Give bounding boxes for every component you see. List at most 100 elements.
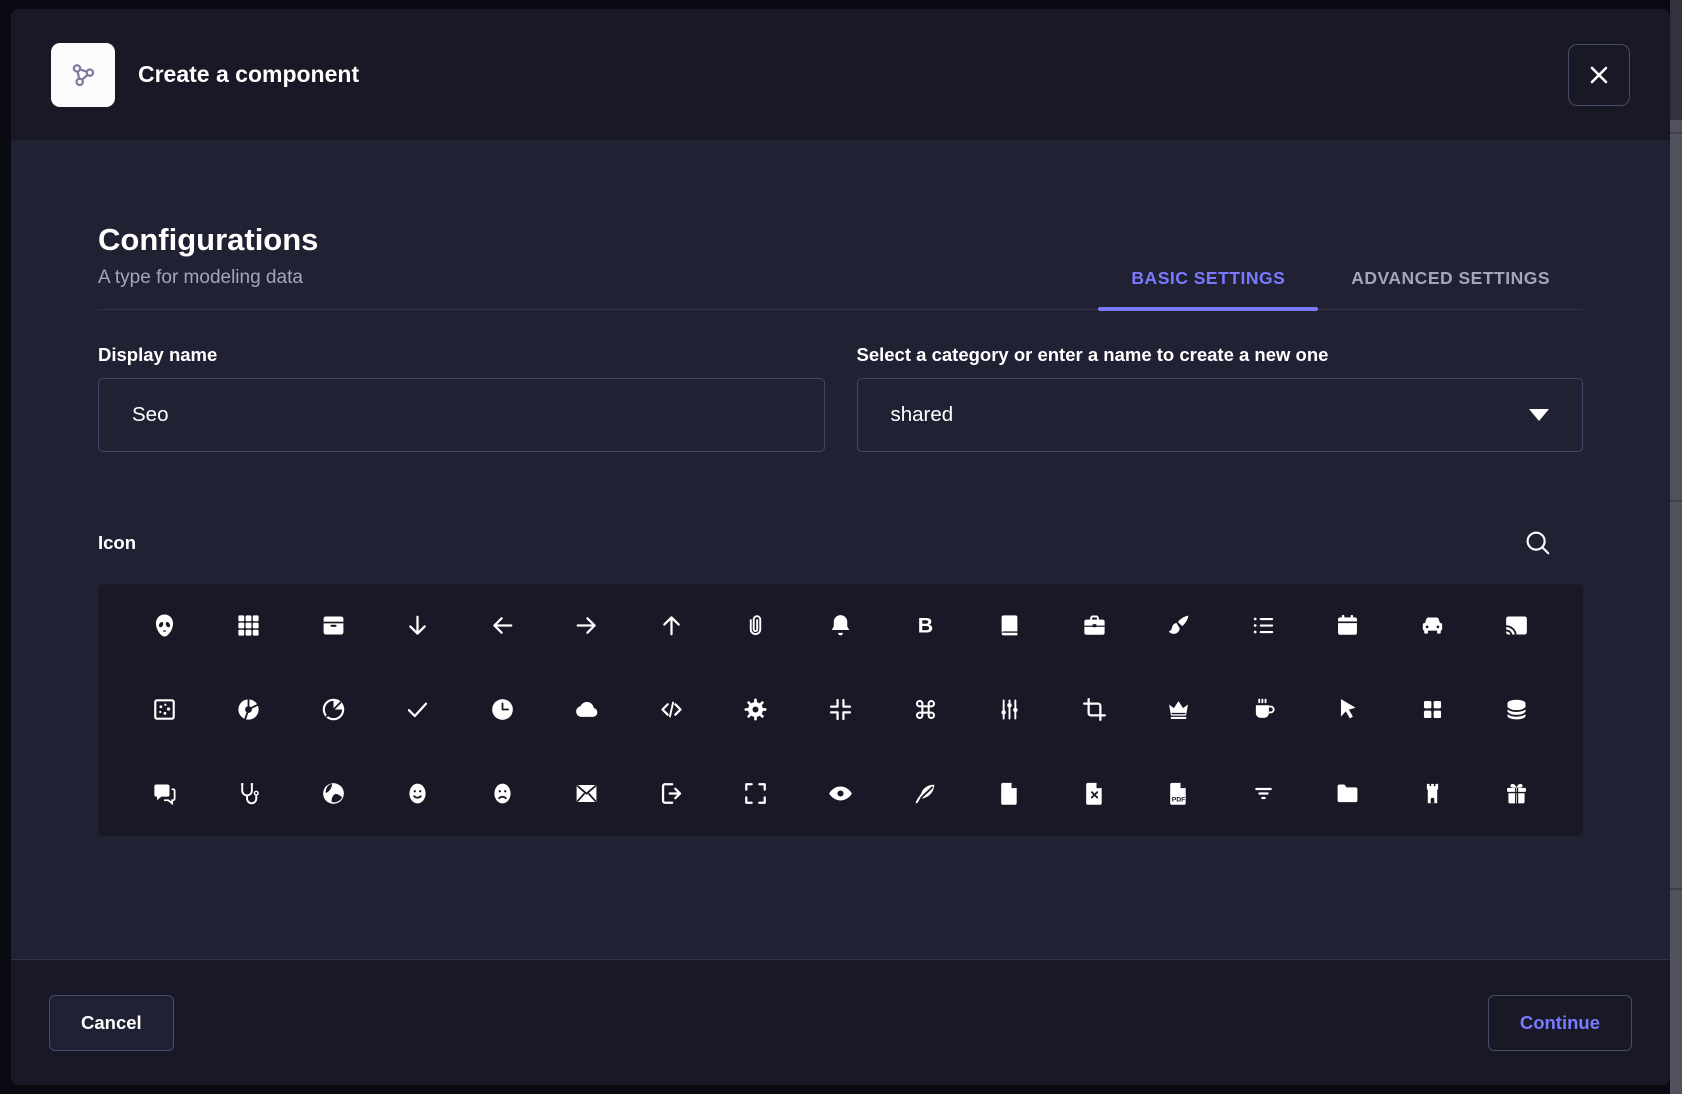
icon-option-file[interactable] [967,752,1052,836]
continue-button[interactable]: Continue [1488,995,1632,1051]
icon-option-gate[interactable] [1390,752,1475,836]
envelop-icon [573,780,600,807]
page-scrollbar-thumb[interactable] [1670,0,1682,120]
icon-option-cast[interactable] [1474,584,1559,668]
icon-option-folder[interactable] [1305,752,1390,836]
icon-option-arrow-left[interactable] [460,584,545,668]
icon-option-emotion-unhappy[interactable] [460,752,545,836]
icon-option-gift[interactable] [1474,752,1559,836]
icon-option-bell[interactable] [798,584,883,668]
modal-footer: Cancel Continue [11,959,1670,1085]
icon-option-cursor[interactable] [1305,668,1390,752]
icon-option-code[interactable] [629,668,714,752]
display-name-label: Display name [98,344,825,366]
icon-option-database[interactable] [1474,668,1559,752]
icon-option-brush[interactable] [1136,584,1221,668]
icon-option-check[interactable] [376,668,461,752]
arrow-right-icon [573,612,600,639]
section-head: Configurations A type for modeling data … [98,222,1583,310]
icon-option-bold[interactable]: B [883,584,968,668]
icon-option-calendar[interactable] [1305,584,1390,668]
display-name-value: Seo [132,403,168,427]
icon-option-filter[interactable] [1221,752,1306,836]
icon-option-earth[interactable] [291,752,376,836]
file-error-icon [1081,780,1108,807]
alien-icon [151,612,178,639]
modal-header: Create a component [11,9,1670,140]
icon-option-collapse[interactable] [798,668,883,752]
category-label: Select a category or enter a name to cre… [857,344,1584,366]
check-icon [404,696,431,723]
display-name-input[interactable]: Seo [98,378,825,452]
icon-option-eye[interactable] [798,752,883,836]
exit-icon [658,780,685,807]
icon-option-cup[interactable] [1221,668,1306,752]
archive-icon [320,612,347,639]
icon-option-dashboard[interactable] [1390,668,1475,752]
cancel-button[interactable]: Cancel [49,995,174,1051]
icon-option-cloud[interactable] [545,668,630,752]
chart-pie-icon [320,696,347,723]
icon-option-arrow-down[interactable] [376,584,461,668]
emotion-happy-icon [404,780,431,807]
icon-option-discuss[interactable] [122,752,207,836]
modal-body: Configurations A type for modeling data … [11,140,1670,959]
command-icon [912,696,939,723]
icon-option-chart-circle[interactable] [207,668,292,752]
feather-icon [912,780,939,807]
icon-option-book[interactable] [967,584,1052,668]
icon-option-briefcase[interactable] [1052,584,1137,668]
earth-icon [320,780,347,807]
icon-option-file-pdf[interactable]: PDF [1136,752,1221,836]
book-icon [996,612,1023,639]
icon-option-chart-bubble[interactable] [122,668,207,752]
tab-basic-settings[interactable]: BASIC SETTINGS [1098,268,1318,309]
icon-option-bullet-list[interactable] [1221,584,1306,668]
icon-option-attachment[interactable] [714,584,799,668]
tab-advanced-settings[interactable]: ADVANCED SETTINGS [1318,268,1583,309]
clock-icon [489,696,516,723]
cup-icon [1250,696,1277,723]
filter-icon [1250,780,1277,807]
icon-option-emotion-happy[interactable] [376,752,461,836]
arrow-down-icon [404,612,431,639]
page-title: Configurations [98,222,1098,258]
icon-option-file-error[interactable] [1052,752,1137,836]
cast-icon [1503,612,1530,639]
icon-option-command[interactable] [883,668,968,752]
page-subtitle: A type for modeling data [98,267,1098,289]
emotion-unhappy-icon [489,780,516,807]
bullet-list-icon [1250,612,1277,639]
icon-option-alien[interactable] [122,584,207,668]
file-icon [996,780,1023,807]
settings-tabs: BASIC SETTINGS ADVANCED SETTINGS [1098,268,1583,309]
icon-option-envelop[interactable] [545,752,630,836]
icon-option-arrow-right[interactable] [545,584,630,668]
icon-option-apps[interactable] [207,584,292,668]
icon-option-archive[interactable] [291,584,376,668]
component-icon [51,43,115,107]
icon-search-button[interactable] [1523,528,1553,558]
icon-option-doctor[interactable] [207,752,292,836]
icon-option-crop[interactable] [1052,668,1137,752]
close-button[interactable] [1568,44,1630,106]
icon-option-expand[interactable] [714,752,799,836]
connector-icon [996,696,1023,723]
cloud-icon [573,696,600,723]
page-scrollbar[interactable] [1670,0,1682,1094]
icon-option-cog[interactable] [714,668,799,752]
display-name-field: Display name Seo [98,344,825,452]
icon-option-exit[interactable] [629,752,714,836]
icon-option-connector[interactable] [967,668,1052,752]
expand-icon [742,780,769,807]
bell-icon [827,612,854,639]
icon-option-chart-pie[interactable] [291,668,376,752]
icon-option-arrow-up[interactable] [629,584,714,668]
icon-option-clock[interactable] [460,668,545,752]
icon-option-feather[interactable] [883,752,968,836]
modal-title: Create a component [138,61,359,88]
category-select[interactable]: shared [857,378,1584,452]
folder-icon [1334,780,1361,807]
icon-option-car[interactable] [1390,584,1475,668]
icon-option-crown[interactable] [1136,668,1221,752]
